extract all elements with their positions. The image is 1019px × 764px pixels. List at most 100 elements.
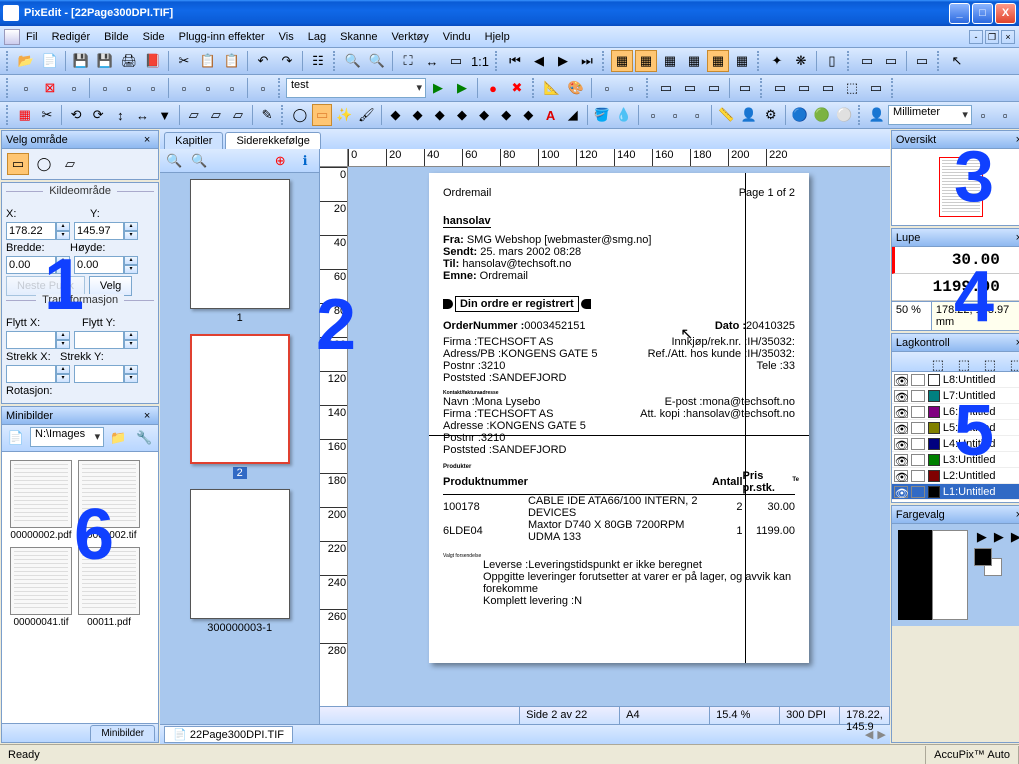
color-palette[interactable] xyxy=(898,530,968,620)
mdi-close-button[interactable]: × xyxy=(1001,30,1015,44)
ps-zoomout-icon[interactable]: 🔍 xyxy=(163,150,185,172)
m1-icon[interactable]: 📏 xyxy=(716,104,736,126)
text-icon[interactable]: A xyxy=(541,104,561,126)
fx4-icon[interactable]: ⬚ xyxy=(841,77,863,99)
lasso-icon[interactable]: ◯ xyxy=(290,104,310,126)
mdi-min-button[interactable]: - xyxy=(969,30,983,44)
zoom-100-icon[interactable]: 1:1 xyxy=(469,50,491,72)
sel-rect-icon[interactable]: ▭ xyxy=(7,153,29,175)
menu-hjelp[interactable]: Hjelp xyxy=(485,31,510,43)
panel-close-icon[interactable]: × xyxy=(1012,134,1019,146)
page-blank-icon[interactable]: ▫ xyxy=(15,77,37,99)
play-btn-icon[interactable]: ▶ xyxy=(975,530,989,544)
rot2-icon[interactable]: ⟳ xyxy=(88,104,108,126)
new-doc-icon[interactable]: 📄 xyxy=(39,50,61,72)
end2-icon[interactable]: ▫ xyxy=(995,104,1015,126)
layer-row[interactable]: 👁L6:Untitled xyxy=(892,404,1019,420)
fx5-icon[interactable]: ▭ xyxy=(865,77,887,99)
tab-siderekke[interactable]: Siderekkefølge xyxy=(225,132,320,149)
nav-prev-icon[interactable]: ◀ xyxy=(528,50,550,72)
layout2-icon[interactable]: ▭ xyxy=(880,50,902,72)
crop-icon[interactable]: ✂ xyxy=(37,104,57,126)
fx-input[interactable] xyxy=(6,331,56,349)
s1-icon[interactable]: ▫ xyxy=(643,104,663,126)
lock-icon[interactable] xyxy=(911,454,925,466)
layout1-icon[interactable]: ▭ xyxy=(856,50,878,72)
play3-btn-icon[interactable]: ▶ xyxy=(1009,530,1019,544)
page-thumb[interactable]: 300000003-1 xyxy=(166,489,313,634)
c2-icon[interactable]: 🟢 xyxy=(812,104,832,126)
skew3-icon[interactable]: ▱ xyxy=(228,104,248,126)
copy-icon[interactable]: 📋 xyxy=(197,50,219,72)
page-b-icon[interactable]: ▫ xyxy=(118,77,140,99)
menu-skanne[interactable]: Skanne xyxy=(340,31,377,43)
fx3-icon[interactable]: ▭ xyxy=(817,77,839,99)
layer-row[interactable]: 👁L8:Untitled xyxy=(892,372,1019,388)
paste-icon[interactable]: 📋 xyxy=(221,50,243,72)
y-input[interactable] xyxy=(74,222,124,240)
next-point-button[interactable]: Neste Punk xyxy=(6,276,85,296)
panel-close-icon[interactable]: × xyxy=(1012,509,1019,521)
win4-icon[interactable]: ▭ xyxy=(734,77,756,99)
eye-icon[interactable]: 👁 xyxy=(894,470,908,482)
x-input[interactable] xyxy=(6,222,56,240)
file-thumb[interactable] xyxy=(10,460,72,528)
minimize-button[interactable]: _ xyxy=(949,3,970,24)
scroll-right-icon[interactable]: ▶ xyxy=(877,728,885,741)
fg-bg-colors[interactable] xyxy=(974,548,1002,576)
panel-close-icon[interactable]: × xyxy=(1012,337,1019,349)
props-icon[interactable]: ☷ xyxy=(307,50,329,72)
sel-poly-icon[interactable]: ▱ xyxy=(59,153,81,175)
tool-b-icon[interactable]: 🎨 xyxy=(565,77,587,99)
tool-icon[interactable]: 🔧 xyxy=(133,427,155,449)
layer-row[interactable]: 👁L4:Untitled xyxy=(892,436,1019,452)
file-thumb[interactable] xyxy=(10,547,72,615)
misc1-icon[interactable]: ✦ xyxy=(766,50,788,72)
close-button[interactable]: X xyxy=(995,3,1016,24)
eye-icon[interactable]: 👁 xyxy=(894,374,908,386)
d1-icon[interactable]: ◆ xyxy=(385,104,405,126)
ps-zoomin-icon[interactable]: 🔍 xyxy=(188,150,210,172)
fy-input[interactable] xyxy=(74,331,124,349)
fill-icon[interactable]: 🪣 xyxy=(592,104,612,126)
user-icon[interactable]: 👤 xyxy=(867,104,887,126)
skew1-icon[interactable]: ▱ xyxy=(184,104,204,126)
lock-icon[interactable] xyxy=(911,406,925,418)
zoom-out-icon[interactable]: 🔍 xyxy=(366,50,388,72)
d3-icon[interactable]: ◆ xyxy=(430,104,450,126)
nav-next-icon[interactable]: ▶ xyxy=(552,50,574,72)
new-file-icon[interactable]: 📄 xyxy=(5,427,27,449)
h-input[interactable] xyxy=(74,256,124,274)
sel-free-icon[interactable]: ◯ xyxy=(33,153,55,175)
menu-verktoy[interactable]: Verktøy xyxy=(391,31,428,43)
s2-icon[interactable]: ▫ xyxy=(665,104,685,126)
page-e-icon[interactable]: ▫ xyxy=(197,77,219,99)
layer-row[interactable]: 👁L5:Untitled xyxy=(892,420,1019,436)
lock-icon[interactable] xyxy=(911,470,925,482)
drop-icon[interactable]: 💧 xyxy=(614,104,634,126)
eye-icon[interactable]: 👁 xyxy=(894,486,908,498)
maximize-button[interactable]: □ xyxy=(972,3,993,24)
layout3-icon[interactable]: ▭ xyxy=(911,50,933,72)
m2-icon[interactable]: 👤 xyxy=(738,104,758,126)
save-multi-icon[interactable]: 💾 xyxy=(94,50,116,72)
minibilder-tab[interactable]: Minibilder xyxy=(90,725,155,741)
stop-icon[interactable]: ✖ xyxy=(506,77,528,99)
view-mode5-icon[interactable]: ▦ xyxy=(707,50,729,72)
lock-icon[interactable] xyxy=(911,390,925,402)
units-combo[interactable]: Millimeter xyxy=(888,105,972,125)
nav-last-icon[interactable]: ⏭ xyxy=(576,50,598,72)
view-mode1-icon[interactable]: ▦ xyxy=(611,50,633,72)
pick-button[interactable]: Velg xyxy=(89,276,132,296)
win3-icon[interactable]: ▭ xyxy=(703,77,725,99)
panel-close-icon[interactable]: × xyxy=(140,410,154,422)
path-combo[interactable]: N:\Images xyxy=(30,427,104,447)
play2-btn-icon[interactable]: ▶ xyxy=(992,530,1006,544)
misc3-icon[interactable]: ▯ xyxy=(821,50,843,72)
eye-icon[interactable]: 👁 xyxy=(894,390,908,402)
zoom-in-icon[interactable]: 🔍 xyxy=(342,50,364,72)
page-dup-icon[interactable]: ▫ xyxy=(63,77,85,99)
open-folder-icon[interactable]: 📂 xyxy=(15,50,37,72)
page-g-icon[interactable]: ▫ xyxy=(252,77,274,99)
w-input[interactable] xyxy=(6,256,56,274)
